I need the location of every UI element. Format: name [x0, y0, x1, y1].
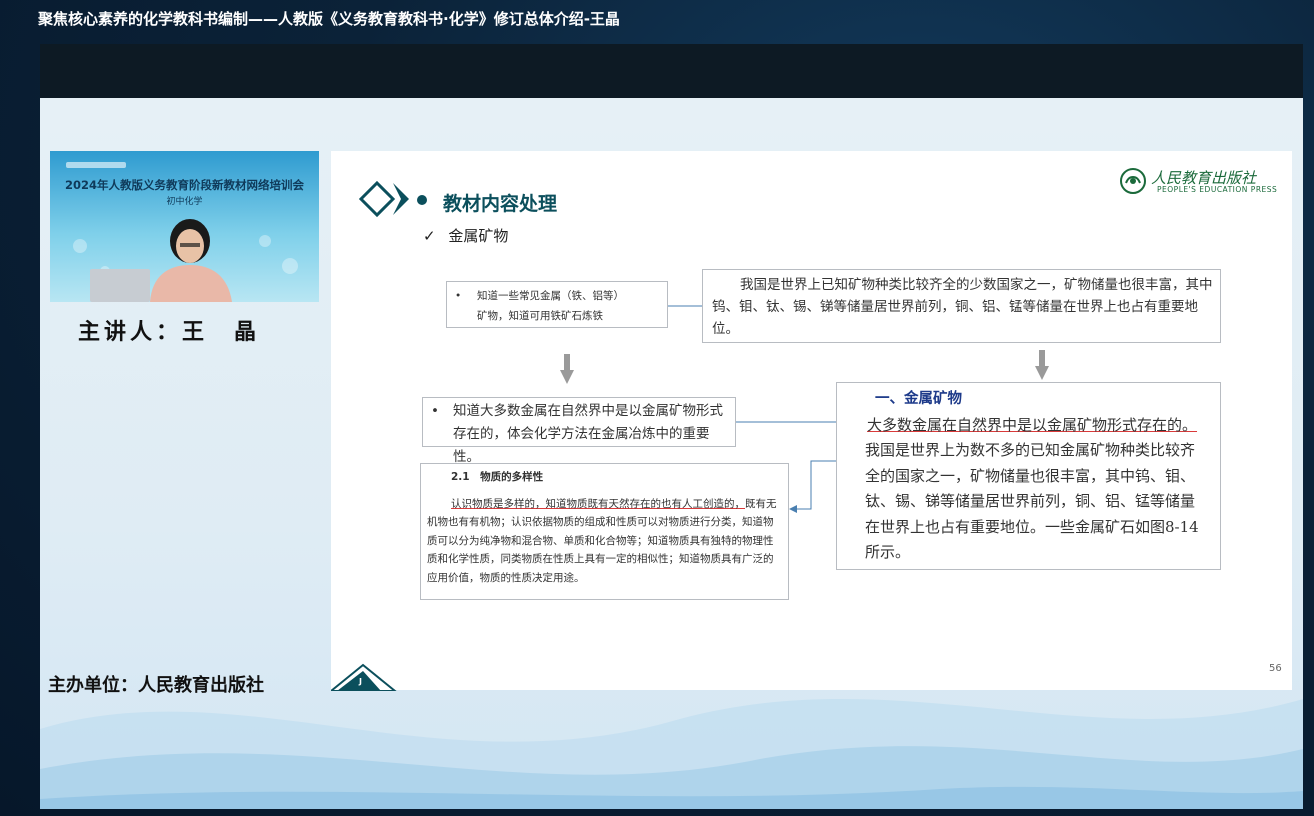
window-title: 聚焦核心素养的化学教科书编制——人教版《义务教育教科书·化学》修订总体介绍-王晶	[38, 10, 620, 28]
box5-body: 大多数金属在自然界中是以金属矿物形式存在的。我国是世界上为数不多的已知金属矿物种…	[865, 413, 1202, 566]
old-textbook-box: 我国是世界上已知矿物种类比较齐全的少数国家之一，矿物储量也很丰富，其中钨、钼、钛…	[702, 269, 1221, 343]
publisher-logo: 人民教育出版社 PEOPLE'S EDUCATION PRESS	[1117, 165, 1287, 197]
speaker-name: 主讲人：王 晶	[78, 320, 261, 345]
box1-line1: 知道一些常见金属（铁、铝等）	[477, 290, 624, 302]
new-standard-box: • 知道大多数金属在自然界中是以金属矿物形式 存在的，体会化学方法在金属冶炼中的重…	[422, 397, 736, 465]
section-title: 教材内容处理	[443, 193, 558, 215]
publisher-emblem-icon	[1120, 168, 1146, 194]
corner-decoration	[331, 663, 397, 691]
box5-title: 一、金属矿物	[875, 391, 962, 407]
check-icon: ✓	[423, 227, 436, 245]
video-player[interactable]: 2024年人教版义务教育阶段新教材网络培训会 初中化学 主讲人：王 晶 主办单位…	[40, 44, 1303, 809]
box3-line1: 知道大多数金属在自然界中是以金属矿物形式	[453, 403, 723, 419]
box4-title: 2.1 物质的多样性	[451, 471, 544, 483]
host-organization: 主办单位：人民教育出版社	[48, 675, 264, 696]
box4-body: 认识物质是多样的，知道物质既有天然存在的也有人工创造的，既有无机物也有有机物；认…	[427, 495, 782, 588]
substance-diversity-box: 2.1 物质的多样性 认识物质是多样的，知道物质既有天然存在的也有人工创造的，既…	[420, 463, 789, 600]
down-arrow-icon	[560, 354, 574, 384]
page-number: 56	[1269, 663, 1282, 674]
box5-underlined: 大多数金属在自然界中是以金属矿物形式存在的。	[867, 415, 1198, 434]
bullet: •	[431, 403, 439, 419]
speaker-figure	[73, 219, 298, 302]
box1-line2: 矿物，知道可用铁矿石炼铁	[477, 310, 603, 322]
slide-subtitle: ✓ 金属矿物	[423, 225, 508, 246]
box5-rest: 我国是世界上为数不多的已知金属矿物种类比较齐全的国家之一，矿物储量也很丰富，其中…	[865, 441, 1199, 561]
bullet: •	[455, 290, 462, 302]
box4-underlined: 认识物质是多样的，知道物质既有天然存在的也有人工创造的，	[451, 497, 745, 510]
subtitle-text: 金属矿物	[448, 227, 509, 245]
section-marker-icon	[359, 180, 427, 218]
down-arrow-icon	[1035, 350, 1049, 380]
publisher-name-en: PEOPLE'S EDUCATION PRESS	[1157, 185, 1278, 194]
corner-letter: J	[359, 677, 362, 686]
new-textbook-box: 一、金属矿物 大多数金属在自然界中是以金属矿物形式存在的。我国是世界上为数不多的…	[836, 382, 1221, 570]
presentation-slide: 教材内容处理 ✓ 金属矿物 人民教育出版社 PEOPLE'S EDUCATION…	[331, 151, 1292, 691]
box4-rest: 既有无机物也有有机物；认识依据物质的组成和性质可以对物质进行分类，知道物质可以分…	[427, 497, 777, 584]
speaker-video: 2024年人教版义务教育阶段新教材网络培训会 初中化学	[50, 151, 319, 302]
curriculum-standard-box: • 知道一些常见金属（铁、铝等） 矿物，知道可用铁矿石炼铁	[446, 281, 668, 328]
player-top-bar	[40, 44, 1303, 98]
